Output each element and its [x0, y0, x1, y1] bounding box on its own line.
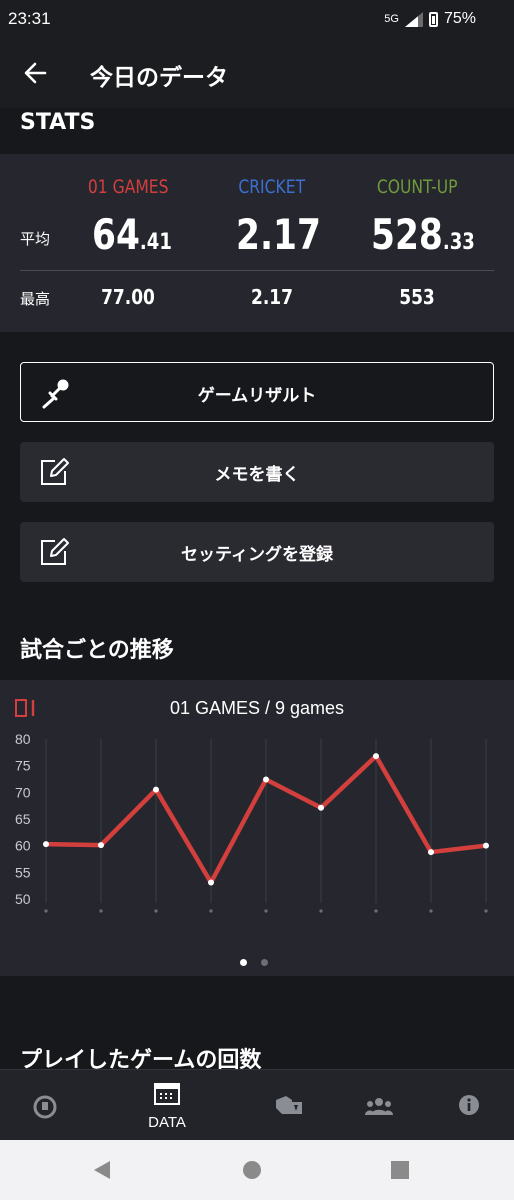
status-time: 23:31: [8, 9, 51, 28]
app-bar: 今日のデータ: [0, 38, 514, 108]
x-tick-mark: [374, 909, 378, 913]
y-tick-label: 50: [15, 891, 31, 907]
register-setting-button[interactable]: セッティングを登録: [20, 522, 494, 582]
stats-col-01-games: 01 GAMES: [53, 176, 203, 198]
write-memo-label: メモを書く: [214, 465, 300, 485]
cricket-avg: 2.17: [236, 210, 321, 259]
01-games-avg-int: 64: [92, 210, 140, 259]
01-games-avg-dec: .41: [139, 230, 172, 255]
system-nav-bar: [0, 1140, 514, 1200]
status-bar: 23:31 5G 75%: [0, 0, 514, 38]
battery-icon: [428, 11, 438, 27]
data-point: [483, 842, 489, 849]
x-tick-mark: [209, 909, 213, 913]
stats-card: 01 GAMES CRICKET COUNT-UP 平均 64.41 2.17 …: [0, 154, 514, 332]
data-point: [153, 786, 159, 793]
info-icon: [459, 1095, 479, 1115]
shop-icon: [276, 1096, 302, 1114]
cricket-label: CRICKET: [238, 176, 306, 198]
signal-icon: [404, 11, 423, 27]
stats-col-count-up: COUNT-UP: [342, 176, 492, 198]
x-tick-mark: [484, 909, 488, 913]
max-row-label: 最高: [20, 290, 51, 308]
game-result-label: ゲームリザルト: [197, 386, 317, 406]
trend-heading: 試合ごとの推移: [20, 638, 174, 663]
write-memo-button[interactable]: メモを書く: [20, 442, 494, 502]
data-point: [318, 804, 324, 811]
x-tick-mark: [154, 909, 158, 913]
data-point: [208, 879, 214, 886]
system-back-icon[interactable]: [90, 1158, 114, 1182]
status-indicators: 5G 75%: [384, 10, 476, 28]
cricket-avg-int: 2.17: [236, 210, 321, 259]
y-tick-label: 75: [15, 758, 31, 774]
system-recents-icon[interactable]: [388, 1158, 412, 1182]
count-up-label: COUNT-UP: [376, 176, 458, 198]
system-home-icon[interactable]: [240, 1158, 264, 1182]
x-tick-mark: [319, 909, 323, 913]
back-button[interactable]: [18, 55, 54, 91]
trend-chart-card[interactable]: 01 GAMES / 9 games 50 55 60 65 70 75 80: [0, 680, 514, 976]
x-tick-mark: [44, 909, 48, 913]
y-tick-label: 55: [15, 864, 31, 880]
network-label: 5G: [384, 13, 399, 25]
data-point: [373, 753, 379, 760]
count-up-avg-dec: .33: [442, 230, 475, 255]
y-tick-label: 70: [15, 784, 31, 800]
stats-divider: [20, 270, 494, 271]
stats-col-cricket: CRICKET: [197, 176, 347, 198]
group-icon: [365, 1098, 393, 1115]
data-point: [43, 841, 49, 848]
01-games-max: 77.00: [101, 285, 155, 309]
game-result-button[interactable]: ゲームリザルト: [20, 362, 494, 422]
register-setting-label: セッティングを登録: [181, 545, 333, 565]
chart-title: 01 GAMES / 9 games: [169, 698, 345, 718]
y-tick-label: 65: [15, 811, 31, 827]
calendar-icon: [154, 1083, 180, 1105]
nav-darts[interactable]: [239, 1070, 339, 1141]
avg-row-label: 平均: [20, 230, 51, 248]
back-arrow-icon: [24, 62, 47, 84]
nav-data[interactable]: DATA: [117, 1070, 217, 1141]
bottom-nav: DATA: [0, 1069, 514, 1140]
count-up-avg: 528.33: [371, 210, 475, 259]
count-up-max: 553: [399, 285, 435, 309]
trend-line-chart: 50 55 60 65 70 75 80: [15, 731, 489, 913]
data-point: [263, 776, 269, 783]
x-tick-mark: [264, 909, 268, 913]
page-dot-1[interactable]: [240, 959, 247, 966]
page-dot-2[interactable]: [261, 959, 268, 966]
y-tick-label: 60: [15, 838, 31, 854]
page-title: 今日のデータ: [90, 65, 228, 91]
nav-info[interactable]: [419, 1070, 514, 1141]
x-tick-mark: [429, 909, 433, 913]
count-up-avg-int: 528: [371, 210, 443, 259]
x-tick-mark: [99, 909, 103, 913]
page-indicator: [240, 959, 268, 966]
stats-heading: STATS: [20, 110, 96, 135]
01-games-avg: 64.41: [92, 210, 172, 259]
01-games-label: 01 GAMES: [87, 176, 169, 198]
nav-home[interactable]: [0, 1070, 95, 1141]
nav-data-label: DATA: [148, 1114, 186, 1131]
data-point: [98, 842, 104, 849]
nav-friends[interactable]: [329, 1070, 429, 1141]
y-tick-label: 80: [15, 731, 31, 747]
gauge-icon: [33, 1095, 57, 1119]
battery-level: 75%: [443, 10, 476, 27]
data-point: [428, 849, 434, 856]
cricket-max: 2.17: [251, 285, 293, 309]
